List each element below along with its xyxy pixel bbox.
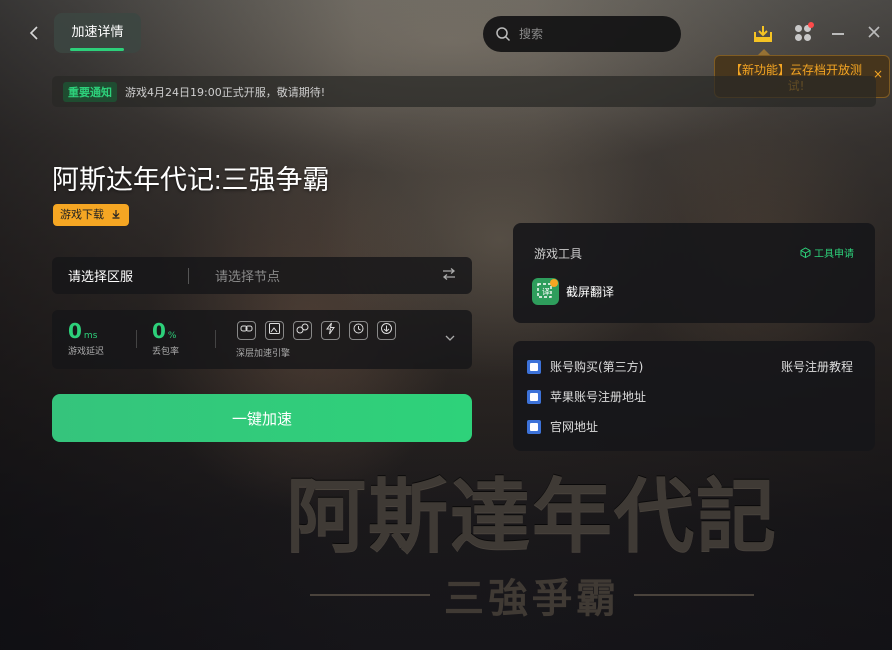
multi-node-icon[interactable] — [293, 321, 312, 340]
stat-divider — [136, 330, 137, 348]
chevron-down-icon[interactable] — [444, 332, 456, 345]
links-panel: 账号购买(第三方) 账号注册教程 苹果账号注册地址 官网地址 — [513, 341, 875, 451]
game-logo-sub-row: 三強爭霸 — [282, 566, 782, 624]
svg-text:译: 译 — [542, 288, 550, 297]
game-tools-panel: 游戏工具 工具申请 译 截屏翻译 — [513, 223, 875, 323]
active-tab-indicator — [70, 48, 124, 51]
one-click-accelerate-button[interactable]: 一键加速 — [52, 394, 472, 442]
latency-label: 游戏延迟 — [68, 347, 105, 357]
link-icon — [527, 389, 541, 404]
link-icon[interactable] — [237, 321, 256, 340]
download-circle-icon[interactable] — [377, 321, 396, 340]
download-icon — [112, 210, 119, 219]
download-label: 游戏下载 — [60, 208, 104, 221]
close-icon[interactable] — [866, 24, 882, 40]
swap-icon[interactable] — [442, 267, 456, 284]
notice-badge: 重要通知 — [63, 81, 117, 102]
packet-loss-stat: 0% 丢包率 — [152, 320, 179, 357]
game-logo-text: 阿斯達年代記 — [286, 469, 778, 563]
lightning-icon[interactable] — [321, 321, 340, 340]
latency-value: 0 — [68, 319, 82, 343]
packet-loss-unit: % — [167, 331, 177, 341]
game-title: 阿斯达年代记:三强争霸 — [52, 165, 330, 195]
link-label: 账号购买(第三方) — [550, 360, 644, 374]
logo-divider-left — [310, 594, 430, 596]
image-icon[interactable] — [265, 321, 284, 340]
cube-icon — [800, 247, 811, 258]
tool-apply-label: 工具申请 — [814, 249, 854, 260]
official-website-link[interactable]: 官网地址 — [527, 418, 598, 435]
link-icon — [527, 419, 541, 434]
minimize-icon[interactable] — [832, 33, 844, 35]
account-purchase-link[interactable]: 账号购买(第三方) — [527, 358, 643, 375]
notice-text: 游戏4月24日19:00正式开服，敬请期待! — [125, 85, 326, 99]
engine-label: 深层加速引擎 — [236, 349, 291, 359]
apple-account-register-link[interactable]: 苹果账号注册地址 — [527, 388, 646, 405]
game-logo-subtext: 三強爭霸 — [444, 575, 620, 622]
node-select[interactable]: 请选择节点 — [215, 266, 442, 285]
region-select[interactable]: 请选择区服 — [68, 266, 188, 285]
chevron-left-icon — [29, 26, 38, 40]
search-input[interactable] — [519, 27, 669, 41]
engine-tool-icons — [237, 321, 396, 340]
link-label: 官网地址 — [550, 420, 599, 434]
server-selector: 请选择区服 请选择节点 — [52, 257, 472, 294]
tool-apply-link[interactable]: 工具申请 — [800, 245, 854, 260]
screenshot-translate-icon: 译 — [532, 278, 559, 305]
logo-divider-right — [634, 594, 754, 596]
refresh-icon[interactable] — [349, 321, 368, 340]
game-download-button[interactable]: 游戏下载 — [53, 204, 129, 226]
cloud-save-icon[interactable] — [752, 24, 774, 44]
packet-loss-label: 丢包率 — [152, 347, 180, 357]
latency-unit: ms — [83, 331, 98, 341]
notification-dot — [808, 22, 814, 28]
link-label: 苹果账号注册地址 — [550, 390, 647, 404]
search-icon — [496, 27, 511, 42]
account-registration-tutorial-link[interactable]: 账号注册教程 — [781, 358, 853, 375]
stats-panel: 0 ms 游戏延迟 0% 丢包率 深层加速引擎 — [52, 310, 472, 369]
selector-divider — [188, 267, 189, 284]
tab-accelerate-details[interactable]: 加速详情 — [54, 13, 141, 53]
notice-bar: 重要通知 游戏4月24日19:00正式开服，敬请期待! — [52, 76, 876, 107]
packet-loss-value: 0 — [152, 319, 166, 343]
search-box[interactable] — [483, 16, 681, 52]
back-button[interactable] — [24, 22, 44, 44]
screenshot-translate-label: 截屏翻译 — [566, 285, 615, 299]
tools-title: 游戏工具 — [534, 247, 583, 261]
link-icon — [527, 359, 541, 374]
stat-divider — [215, 330, 216, 348]
latency-stat: 0 ms 游戏延迟 — [68, 320, 104, 357]
screenshot-translate-tool[interactable]: 译 截屏翻译 — [532, 278, 614, 305]
game-logo-artwork: 阿斯達年代記 三強爭霸 — [282, 468, 782, 628]
